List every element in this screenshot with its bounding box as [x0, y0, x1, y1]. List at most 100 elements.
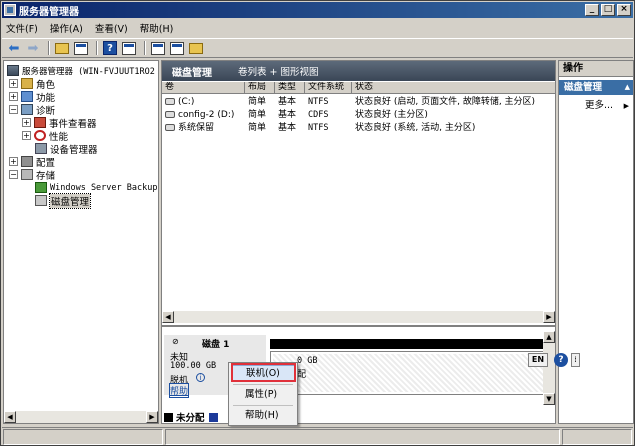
expand-icon[interactable]: +: [9, 157, 18, 166]
status-panel: [3, 429, 163, 445]
minimize-button[interactable]: _: [585, 4, 599, 16]
storage-icon: [21, 169, 33, 180]
tree-item-roles[interactable]: + 角色: [9, 77, 55, 91]
tree-item-performance[interactable]: + 性能: [22, 129, 68, 143]
forward-arrow-icon[interactable]: ➡: [25, 40, 41, 56]
server-manager-window: 服务器管理器 _ □ × 文件(F) 操作(A) 查看(V) 帮助(H) ⬅ ➡…: [0, 0, 635, 446]
actions-section-disk-management[interactable]: 磁盘管理: [559, 80, 633, 95]
status-panel: [562, 429, 632, 445]
column-header-volume[interactable]: 卷: [162, 82, 245, 94]
ime-help-icon[interactable]: ?: [554, 353, 568, 367]
scroll-right-icon[interactable]: ▶: [543, 311, 555, 323]
expand-icon[interactable]: +: [9, 92, 18, 101]
unallocated-area[interactable]: 0 GB 配: [270, 351, 547, 395]
menu-separator: [233, 384, 293, 385]
context-menu-properties[interactable]: 属性(P): [231, 387, 295, 403]
disk-settings-icon[interactable]: [188, 40, 204, 56]
collapse-icon[interactable]: −: [9, 170, 18, 179]
disk-offline-icon: ⊘: [172, 337, 179, 346]
volume-row[interactable]: config-2 (D:) 简单 基本 CDFS 状态良好 (主分区): [162, 109, 555, 122]
menu-bar: 文件(F) 操作(A) 查看(V) 帮助(H): [2, 19, 633, 37]
ime-options-icon[interactable]: ⁞: [571, 353, 580, 367]
info-icon[interactable]: i: [196, 373, 205, 382]
volume-icon: [165, 98, 175, 105]
column-header-filesystem[interactable]: 文件系统: [305, 82, 352, 94]
expand-icon[interactable]: +: [9, 79, 18, 88]
disk-management-icon: [35, 195, 47, 206]
actions-pane: 操作 磁盘管理 更多...: [558, 60, 634, 424]
toolbar-separator: [48, 41, 50, 55]
disk-view-vertical-scrollbar[interactable]: ▲ ▼: [543, 331, 555, 405]
expand-icon[interactable]: +: [22, 131, 31, 140]
volume-row[interactable]: (C:) 简单 基本 NTFS 状态良好 (启动, 页面文件, 故障转储, 主分…: [162, 96, 555, 109]
volume-list-horizontal-scrollbar[interactable]: ◀ ▶: [162, 311, 555, 323]
disk-help-link[interactable]: 帮助: [168, 383, 190, 398]
tree-item-diagnostics[interactable]: − 诊断: [9, 103, 55, 117]
scroll-left-icon[interactable]: ◀: [4, 411, 16, 423]
volume-row[interactable]: 系统保留 简单 基本 NTFS 状态良好 (系统, 活动, 主分区): [162, 122, 555, 135]
action-pane-icon[interactable]: [121, 40, 137, 56]
properties-icon[interactable]: [169, 40, 185, 56]
window-title: 服务器管理器: [19, 6, 79, 18]
up-folder-icon[interactable]: [54, 40, 70, 56]
language-bar: EN ? ⁞: [528, 352, 580, 368]
disk-partition-bar: [270, 339, 547, 349]
server-manager-icon: [4, 4, 16, 16]
column-header-layout[interactable]: 布局: [245, 82, 275, 94]
disk-legend: 未分配: [164, 411, 218, 423]
collapse-icon[interactable]: −: [9, 105, 18, 114]
tree-item-device-manager[interactable]: 设备管理器: [35, 142, 98, 156]
disk-name: 磁盘 1: [202, 340, 230, 350]
actions-header: 操作: [559, 61, 633, 77]
roles-icon: [21, 78, 33, 89]
menu-help[interactable]: 帮助(H): [140, 21, 174, 35]
server-icon: [7, 65, 19, 76]
features-icon: [21, 91, 33, 102]
highlight-box: [231, 363, 296, 382]
configuration-icon: [21, 156, 33, 167]
unallocated-size: 0 GB: [297, 356, 318, 366]
scroll-left-icon[interactable]: ◀: [162, 311, 174, 323]
scroll-down-icon[interactable]: ▼: [543, 393, 555, 405]
status-bar: [2, 427, 633, 445]
backup-icon: [35, 182, 47, 193]
unallocated-swatch: [164, 412, 173, 422]
menu-action[interactable]: 操作(A): [50, 21, 83, 35]
back-arrow-icon[interactable]: ⬅: [6, 40, 22, 56]
menu-separator: [233, 405, 293, 406]
tree-item-features[interactable]: + 功能: [9, 90, 55, 104]
expand-icon[interactable]: +: [22, 118, 31, 127]
show-hide-tree-icon[interactable]: [73, 40, 89, 56]
scroll-right-icon[interactable]: ▶: [146, 411, 158, 423]
more-actions-link[interactable]: 更多...: [559, 98, 633, 114]
column-header-status[interactable]: 状态: [352, 82, 555, 94]
tree-item-storage[interactable]: − 存储: [9, 168, 55, 182]
help-icon[interactable]: ?: [102, 40, 118, 56]
view-mode-label: 卷列表 + 图形视图: [238, 67, 319, 78]
menu-view[interactable]: 查看(V): [95, 21, 128, 35]
event-viewer-icon: [34, 117, 46, 128]
toolbar: ⬅ ➡ ?: [2, 38, 633, 58]
scroll-up-icon[interactable]: ▲: [543, 331, 555, 343]
refresh-icon[interactable]: [150, 40, 166, 56]
maximize-button[interactable]: □: [601, 4, 615, 16]
toolbar-separator: [96, 41, 98, 55]
pane-title: 磁盘管理: [172, 67, 212, 79]
performance-icon: [34, 130, 46, 141]
tree-item-configuration[interactable]: + 配置: [9, 155, 55, 169]
tree-item-disk-management[interactable]: 磁盘管理: [35, 192, 92, 209]
tree-item-windows-server-backup[interactable]: Windows Server Backup: [35, 181, 157, 194]
title-bar[interactable]: 服务器管理器 _ □ ×: [2, 2, 633, 18]
navigation-tree: 服务器管理器 (WIN-FVJUUT1RO2 + 角色 + 功能 − 诊断 + …: [3, 60, 159, 424]
tree-horizontal-scrollbar[interactable]: ◀ ▶: [4, 411, 158, 423]
context-menu-help[interactable]: 帮助(H): [231, 408, 295, 424]
graphical-disk-view: ⊘ 磁盘 1 未知 100.00 GB 脱机 i 帮助 0 GB 配 ▲ ▼ 未…: [162, 325, 555, 423]
close-button[interactable]: ×: [617, 4, 631, 16]
status-panel: [165, 429, 560, 445]
column-header-type[interactable]: 类型: [275, 82, 305, 94]
tree-item-event-viewer[interactable]: + 事件查看器: [22, 116, 97, 130]
tree-item-server-manager[interactable]: 服务器管理器 (WIN-FVJUUT1RO2: [7, 64, 155, 77]
language-indicator[interactable]: EN: [528, 353, 548, 367]
menu-file[interactable]: 文件(F): [6, 21, 38, 35]
unallocated-label: 配: [297, 370, 307, 380]
